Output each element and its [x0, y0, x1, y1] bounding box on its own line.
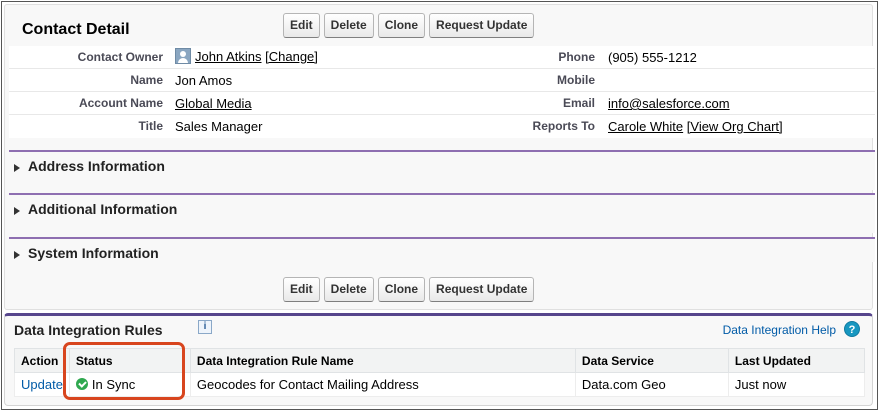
last-updated-cell: Just now [727, 372, 866, 397]
table-header-row: Action Status Data Integration Rule Name… [14, 348, 866, 373]
field-row: Name Jon Amos Mobile [9, 69, 875, 92]
panel-title: Data Integration Rules [14, 322, 163, 338]
data-integration-help-link[interactable]: Data Integration Help [723, 323, 836, 337]
change-owner-link[interactable]: [Change] [265, 49, 318, 64]
phone-value: (905) 555-1212 [608, 50, 697, 65]
request-update-button[interactable]: Request Update [429, 277, 535, 302]
request-update-button[interactable]: Request Update [429, 13, 535, 38]
top-button-bar: Edit Delete Clone Request Update [283, 13, 535, 38]
help-icon[interactable]: ? [844, 321, 860, 337]
data-service-cell: Data.com Geo [574, 372, 729, 397]
contact-owner-label: Contact Owner [77, 50, 163, 64]
field-row: Contact Owner John Atkins [Change] Phone… [9, 46, 875, 69]
column-header-rule-name[interactable]: Data Integration Rule Name [189, 348, 576, 373]
section-system-information[interactable]: System Information [9, 237, 875, 262]
title-value: Sales Manager [175, 119, 263, 134]
edit-button[interactable]: Edit [283, 13, 320, 38]
view-org-chart-link[interactable]: [View Org Chart] [687, 119, 783, 134]
reports-to-label: Reports To [532, 119, 595, 133]
column-header-data-service[interactable]: Data Service [574, 348, 729, 373]
field-row: Account Name Global Media Email info@sal… [9, 92, 875, 115]
section-title: Address Information [28, 158, 165, 174]
section-title: System Information [28, 245, 159, 261]
column-header-last-updated[interactable]: Last Updated [727, 348, 866, 373]
email-label: Email [562, 96, 595, 110]
section-address-information[interactable]: Address Information [9, 150, 875, 190]
rule-name-cell: Geocodes for Contact Mailing Address [189, 372, 576, 397]
field-row: Title Sales Manager Reports To Carole Wh… [9, 115, 875, 138]
expand-triangle-icon[interactable] [14, 164, 20, 172]
contact-detail-panel: Contact Detail Edit Delete Clone Request… [4, 4, 875, 310]
check-circle-icon [75, 378, 88, 390]
name-value: Jon Amos [175, 73, 233, 88]
delete-button[interactable]: Delete [323, 13, 374, 38]
account-name-link[interactable]: Global Media [175, 96, 252, 111]
status-value: In Sync [91, 377, 136, 392]
expand-triangle-icon[interactable] [14, 251, 20, 259]
rules-table: Action Status Data Integration Rule Name… [14, 348, 866, 397]
column-header-status[interactable]: Status [68, 348, 191, 373]
clone-button[interactable]: Clone [377, 13, 426, 38]
mobile-label: Mobile [557, 73, 595, 87]
section-title: Additional Information [28, 201, 178, 217]
title-label: Title [138, 119, 163, 133]
table-row: Update In Sync Geocodes for Contact Mail… [14, 372, 866, 397]
user-avatar-icon [175, 48, 191, 64]
phone-label: Phone [558, 50, 595, 64]
expand-triangle-icon[interactable] [14, 207, 20, 215]
email-value: info@salesforce.com [608, 96, 730, 111]
reports-to-value: Carole White [View Org Chart] [608, 119, 783, 134]
delete-button[interactable]: Delete [323, 277, 374, 302]
clone-button[interactable]: Clone [377, 277, 426, 302]
update-link[interactable]: Update [21, 377, 63, 392]
section-additional-information[interactable]: Additional Information [9, 193, 875, 233]
action-cell: Update [14, 372, 70, 397]
data-integration-rules-panel: Data Integration Rules i Data Integratio… [4, 313, 873, 406]
edit-button[interactable]: Edit [283, 277, 320, 302]
contact-fields: Contact Owner John Atkins [Change] Phone… [9, 46, 875, 138]
name-label: Name [130, 73, 163, 87]
email-link[interactable]: info@salesforce.com [608, 96, 730, 111]
page-title: Contact Detail [22, 21, 130, 38]
reports-to-link[interactable]: Carole White [608, 119, 683, 134]
bottom-button-bar: Edit Delete Clone Request Update [283, 277, 535, 302]
column-header-action: Action [14, 348, 70, 373]
account-name-value: Global Media [175, 96, 252, 111]
info-icon[interactable]: i [198, 320, 212, 334]
contact-owner-value: John Atkins [Change] [175, 48, 318, 64]
status-cell: In Sync [68, 372, 191, 397]
contact-owner-link[interactable]: John Atkins [195, 49, 262, 64]
account-name-label: Account Name [78, 96, 163, 110]
